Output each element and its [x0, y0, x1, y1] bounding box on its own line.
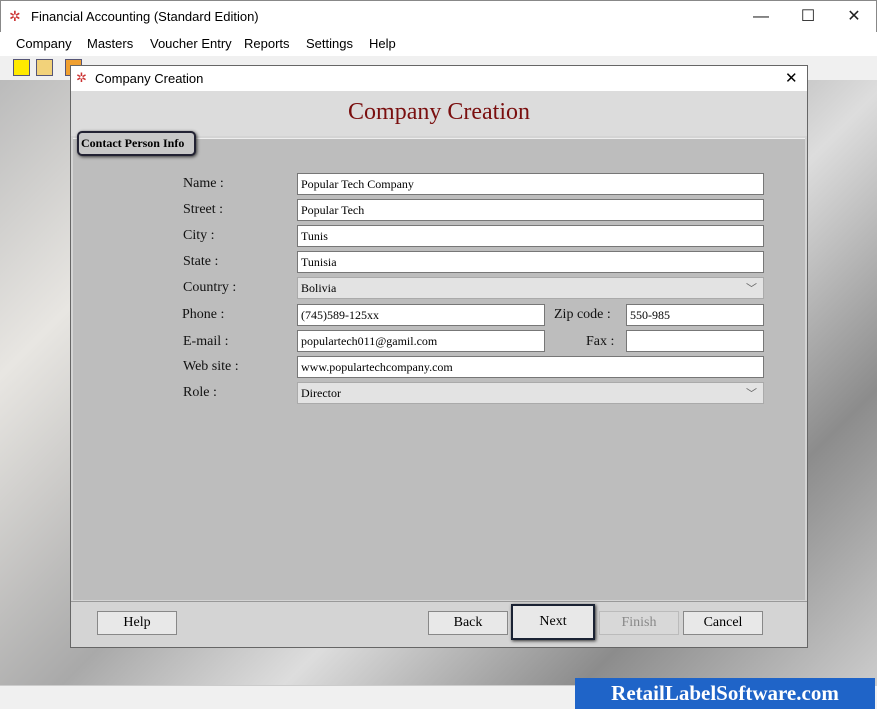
finish-button[interactable]: Finish — [599, 611, 679, 635]
email-label: E-mail : — [183, 334, 229, 349]
new-icon[interactable] — [13, 59, 30, 76]
phone-label: Phone : — [182, 307, 225, 322]
open-icon[interactable] — [36, 59, 53, 76]
country-value: Bolivia — [301, 281, 337, 295]
website-input[interactable]: www.populartechcompany.com — [297, 356, 764, 378]
app-title-bar: ✲ Financial Accounting (Standard Edition… — [0, 0, 877, 32]
phone-input[interactable]: (745)589-125xx — [297, 304, 545, 326]
menu-bar: Company Masters Voucher Entry Reports Se… — [0, 32, 877, 56]
chevron-down-icon: ﹀ — [746, 283, 757, 295]
dialog-title: Company Creation — [95, 71, 204, 86]
role-value: Director — [301, 386, 341, 400]
state-label: State : — [183, 254, 219, 269]
back-button[interactable]: Back — [428, 611, 508, 635]
role-select[interactable]: Director ﹀ — [297, 382, 764, 404]
menu-help[interactable]: Help — [369, 36, 396, 51]
dialog-logo-icon: ✲ — [76, 70, 87, 85]
menu-company[interactable]: Company — [16, 36, 72, 51]
zip-input[interactable]: 550-985 — [626, 304, 764, 326]
fax-input[interactable] — [626, 330, 764, 352]
cancel-button[interactable]: Cancel — [683, 611, 763, 635]
website-label: Web site : — [183, 359, 239, 374]
email-input[interactable]: populartech011@gamil.com — [297, 330, 545, 352]
name-label: Name : — [183, 176, 224, 191]
street-label: Street : — [183, 202, 224, 217]
role-label: Role : — [183, 385, 217, 400]
help-button[interactable]: Help — [97, 611, 177, 635]
header-title: Company Creation — [348, 99, 530, 125]
menu-settings[interactable]: Settings — [306, 36, 353, 51]
company-creation-dialog: ✲ Company Creation ✕ Company Creation Co… — [70, 65, 808, 648]
close-button[interactable]: ✕ — [834, 5, 874, 29]
next-button[interactable]: Next — [511, 604, 595, 640]
chevron-down-icon: ﹀ — [746, 388, 757, 400]
maximize-button[interactable]: ☐ — [788, 5, 828, 29]
country-select[interactable]: Bolivia ﹀ — [297, 277, 764, 299]
fax-label: Fax : — [586, 334, 615, 349]
zip-label: Zip code : — [554, 307, 611, 322]
dialog-close-button[interactable]: ✕ — [785, 69, 798, 87]
dialog-footer: Help Back Next Finish Cancel — [71, 601, 807, 647]
city-input[interactable]: Tunis — [297, 225, 764, 247]
menu-reports[interactable]: Reports — [244, 36, 290, 51]
city-label: City : — [183, 228, 215, 243]
minimize-button[interactable]: — — [741, 5, 781, 29]
state-input[interactable]: Tunisia — [297, 251, 764, 273]
app-title: Financial Accounting (Standard Edition) — [31, 9, 259, 24]
app-logo-icon: ✲ — [9, 8, 21, 24]
menu-voucher-entry[interactable]: Voucher Entry — [150, 36, 232, 51]
watermark-banner: RetailLabelSoftware.com — [575, 678, 875, 709]
menu-masters[interactable]: Masters — [87, 36, 133, 51]
group-label: Contact Person Info — [77, 131, 197, 156]
name-input[interactable]: Popular Tech Company — [297, 173, 764, 195]
dialog-title-bar: ✲ Company Creation ✕ — [71, 66, 807, 91]
dialog-header: Company Creation — [71, 91, 807, 136]
country-label: Country : — [183, 280, 237, 295]
street-input[interactable]: Popular Tech — [297, 199, 764, 221]
